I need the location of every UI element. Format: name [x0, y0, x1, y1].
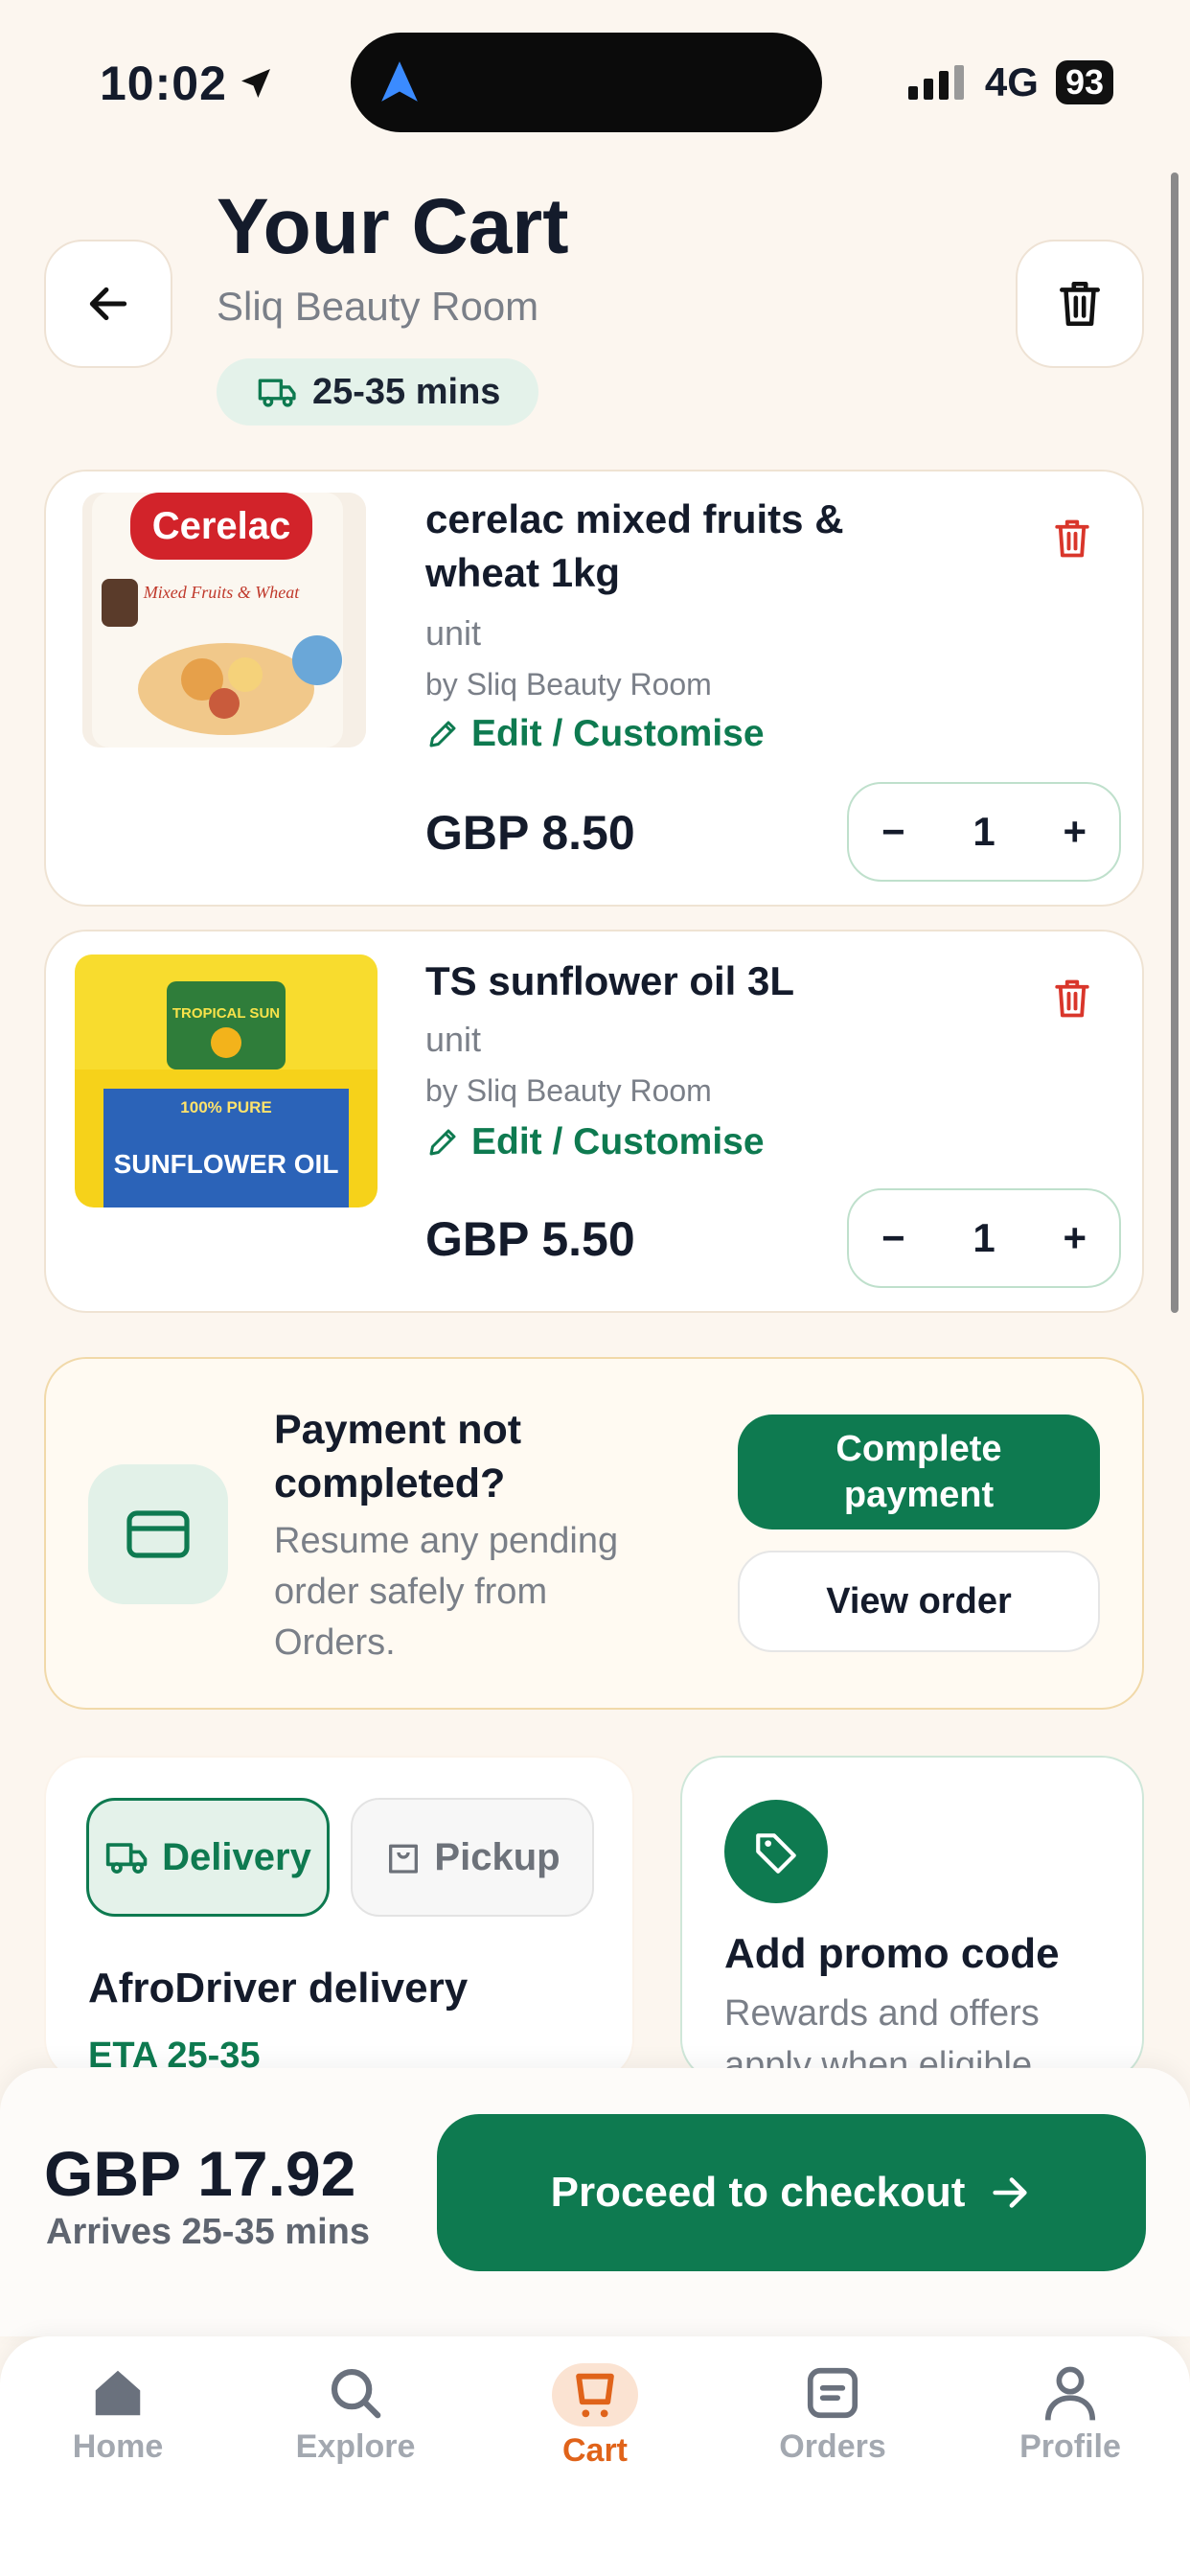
trash-icon	[1060, 281, 1100, 327]
scrollbar[interactable]	[1171, 172, 1179, 1313]
battery-icon: 93	[1055, 60, 1113, 104]
quantity-value: 1	[973, 1215, 995, 1260]
item-unit: unit	[425, 1020, 482, 1059]
pencil-icon	[429, 1129, 456, 1156]
nav-explore[interactable]: Explore	[274, 2363, 437, 2466]
arrow-left-icon	[89, 287, 127, 321]
dynamic-island	[351, 33, 822, 132]
payment-icon-box	[88, 1464, 228, 1604]
checkout-label: Proceed to checkout	[550, 2169, 966, 2216]
navigation-arrow-icon	[381, 61, 418, 102]
tag-icon	[756, 1833, 796, 1874]
sunflower-oil-image: TROPICAL SUN 100% PURE SUNFLOWER OIL	[75, 954, 378, 1208]
credit-card-icon	[126, 1510, 190, 1558]
pencil-icon	[429, 721, 456, 748]
item-price: GBP 8.50	[425, 806, 635, 860]
orders-icon	[807, 2367, 858, 2419]
remove-item-icon[interactable]	[1052, 976, 1092, 1022]
item-seller: by Sliq Beauty Room	[425, 667, 712, 702]
increase-button[interactable]: +	[1063, 809, 1087, 855]
edit-label: Edit / Customise	[471, 713, 765, 754]
cerelac-caption: Mixed Fruits & Wheat	[143, 583, 300, 602]
oil-brand: TROPICAL SUN	[172, 1005, 280, 1022]
complete-payment-button[interactable]: Complete payment	[738, 1414, 1100, 1530]
pickup-label: Pickup	[434, 1835, 561, 1878]
view-order-button[interactable]: View order	[738, 1551, 1100, 1652]
location-arrow-icon	[240, 69, 270, 98]
oil-product: SUNFLOWER OIL	[114, 1149, 339, 1179]
cerelac-image: Cerelac Mixed Fruits & Wheat	[82, 493, 366, 748]
eta-text: 25-35 mins	[312, 371, 501, 412]
decrease-button[interactable]: −	[881, 1215, 905, 1261]
cart-icon-bg	[552, 2363, 638, 2426]
increase-button[interactable]: +	[1063, 1215, 1087, 1261]
arrow-right-icon	[993, 2177, 1028, 2208]
promo-icon-circle	[724, 1800, 828, 1903]
edit-label: Edit / Customise	[471, 1121, 765, 1162]
cerelac-brand: Cerelac	[152, 505, 291, 547]
signal-icon	[907, 65, 964, 100]
product-image: Cerelac Mixed Fruits & Wheat	[82, 493, 366, 748]
eta-badge: 25-35 mins	[217, 358, 539, 426]
delivery-option-title: AfroDriver delivery	[88, 1965, 469, 2012]
nav-profile-label: Profile	[1019, 2428, 1121, 2465]
nav-home[interactable]: Home	[36, 2363, 199, 2466]
time-text: 10:02	[100, 57, 227, 110]
payment-notice-subtitle: Resume any pending order safely from Ord…	[274, 1521, 619, 1663]
status-right: 4G 93	[907, 59, 1113, 105]
quantity-stepper: − 1 +	[847, 782, 1121, 882]
quantity-stepper: − 1 +	[847, 1188, 1121, 1288]
nav-orders-label: Orders	[779, 2428, 886, 2465]
nav-cart-label: Cart	[561, 2432, 629, 2469]
nav-cart[interactable]: Cart	[514, 2363, 676, 2470]
item-unit: unit	[425, 613, 482, 653]
nav-profile[interactable]: Profile	[989, 2363, 1152, 2466]
tab-pickup[interactable]: Pickup	[351, 1798, 594, 1917]
page-title: Your Cart	[217, 183, 569, 270]
nav-orders[interactable]: Orders	[751, 2363, 914, 2466]
proceed-to-checkout-button[interactable]: Proceed to checkout	[437, 2114, 1146, 2271]
truck-icon	[258, 379, 296, 407]
back-button[interactable]	[44, 240, 172, 368]
tab-delivery[interactable]: Delivery	[86, 1798, 330, 1917]
network-text: 4G	[984, 59, 1039, 104]
item-price: GBP 5.50	[425, 1212, 635, 1266]
delivery-label: Delivery	[162, 1835, 311, 1878]
cart-total: GBP 17.92	[44, 2138, 356, 2209]
payment-notice-title: Payment not completed?	[274, 1407, 522, 1506]
search-icon	[331, 2368, 381, 2419]
item-name: cerelac mixed fruits & wheat 1kg	[425, 496, 844, 595]
item-name: TS sunflower oil 3L	[425, 958, 795, 1003]
quantity-value: 1	[973, 809, 995, 854]
remove-item-icon[interactable]	[1052, 516, 1092, 562]
home-icon	[95, 2370, 141, 2416]
shopping-bag-icon	[389, 1844, 419, 1874]
status-time: 10:02	[100, 56, 275, 111]
edit-customise-link[interactable]: Edit / Customise	[425, 1121, 765, 1163]
nav-home-label: Home	[72, 2428, 164, 2465]
oil-purity: 100% PURE	[180, 1098, 271, 1116]
truck-icon	[106, 1843, 148, 1874]
store-name: Sliq Beauty Room	[217, 284, 539, 329]
product-image: TROPICAL SUN 100% PURE SUNFLOWER OIL	[75, 954, 378, 1208]
item-seller: by Sliq Beauty Room	[425, 1073, 712, 1108]
profile-icon	[1044, 2366, 1096, 2421]
decrease-button[interactable]: −	[881, 809, 905, 855]
cart-icon	[576, 2373, 614, 2418]
promo-title: Add promo code	[724, 1930, 1060, 1977]
nav-explore-label: Explore	[295, 2428, 416, 2465]
clear-cart-button[interactable]	[1016, 240, 1144, 368]
edit-customise-link[interactable]: Edit / Customise	[425, 713, 765, 755]
arrival-estimate: Arrives 25-35 mins	[46, 2212, 370, 2252]
